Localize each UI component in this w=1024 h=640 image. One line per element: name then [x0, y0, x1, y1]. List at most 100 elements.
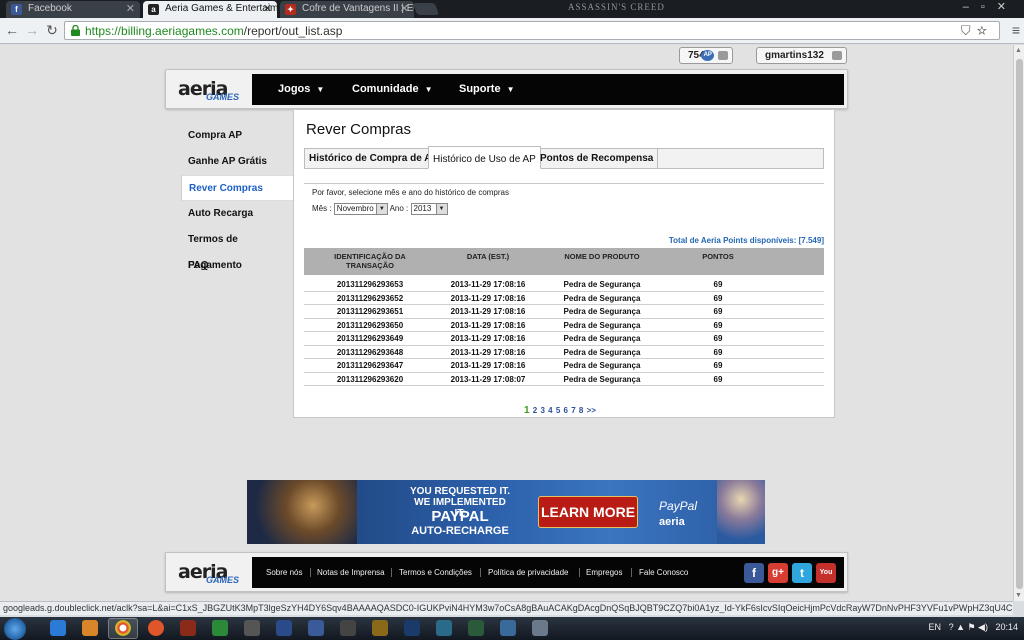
- table-row: 201311296293649 2013-11-29 17:08:16 Pedra …: [304, 332, 824, 346]
- forward-arrow-icon[interactable]: →: [24, 22, 40, 38]
- clock[interactable]: 20:14: [995, 622, 1018, 632]
- app-icon[interactable]: [500, 620, 516, 636]
- nav-suporte[interactable]: Suporte ▼: [459, 83, 514, 95]
- browser-menu-icon[interactable]: ≡: [1012, 22, 1020, 38]
- sidebar-item-rever-compras[interactable]: Rever Compras: [181, 175, 294, 201]
- table-cell: 201311296293648: [336, 347, 404, 357]
- table-cell: 69: [713, 320, 723, 330]
- page-scrollbar[interactable]: ▲ ▼: [1013, 45, 1024, 601]
- new-tab-button[interactable]: [412, 3, 440, 15]
- app-icon[interactable]: [212, 620, 228, 636]
- column-header: DATA (EST.): [466, 252, 510, 261]
- address-bar[interactable]: https://billing.aeriagames.com/report/ou…: [64, 21, 1000, 40]
- page-link[interactable]: 5: [556, 406, 560, 415]
- table-cell: 69: [713, 334, 723, 343]
- table-cell: 201311296293620: [336, 374, 404, 384]
- lock-icon: [71, 25, 80, 36]
- bookmark-star-icon[interactable]: ⛉☆: [961, 23, 993, 39]
- footer-link-empregos[interactable]: Empregos: [586, 568, 622, 577]
- app-icon[interactable]: [532, 620, 548, 636]
- app-icon[interactable]: [372, 620, 388, 636]
- footer-link-termos[interactable]: Termos e Condições: [399, 568, 472, 577]
- app-icon[interactable]: [244, 620, 260, 636]
- twitter-icon[interactable]: t: [792, 563, 812, 583]
- scroll-down-icon[interactable]: ▼: [1015, 592, 1022, 599]
- media-player-icon[interactable]: [82, 620, 98, 636]
- table-cell: Pedra de Segurança: [563, 280, 641, 289]
- sidebar-item-termos[interactable]: Termos de Pagamento: [181, 227, 293, 271]
- app-icon[interactable]: [468, 620, 484, 636]
- month-select[interactable]: Novembro ▼: [333, 203, 388, 215]
- points-balance[interactable]: 7549 AP: [679, 47, 734, 64]
- column-header: IDENTIFICAÇÃO DA TRANSAÇÃO: [334, 252, 406, 270]
- reload-icon[interactable]: ↻: [44, 22, 60, 38]
- footer-link-imprensa[interactable]: Notas de Imprensa: [317, 568, 385, 577]
- sidebar-item-compra-ap[interactable]: Compra AP: [181, 123, 293, 149]
- facebook-icon[interactable]: f: [744, 563, 764, 583]
- app-icon[interactable]: [340, 620, 356, 636]
- sidebar-item-ganhe-ap[interactable]: Ganhe AP Grátis: [181, 149, 293, 175]
- aeria-games-logo[interactable]: aeria GAMES: [178, 561, 248, 587]
- scroll-up-icon[interactable]: ▲: [1015, 47, 1022, 54]
- table-cell: 69: [713, 293, 723, 303]
- page-link[interactable]: 8: [579, 406, 583, 415]
- user-account-button[interactable]: gmartins132: [756, 47, 847, 64]
- back-arrow-icon[interactable]: ←: [4, 22, 20, 38]
- dropdown-arrow-icon: ▼: [375, 204, 387, 214]
- table-cell: 201311296293650: [336, 320, 404, 330]
- page-link[interactable]: 6: [564, 406, 568, 415]
- close-icon[interactable]: ✕: [263, 1, 272, 17]
- app-icon[interactable]: [436, 620, 452, 636]
- browser-tab-facebook[interactable]: f Facebook ✕: [6, 1, 140, 18]
- table-row: 201311296293648 2013-11-29 17:08:16 Pedra …: [304, 346, 824, 359]
- app-icon[interactable]: [276, 620, 292, 636]
- page-link[interactable]: 7: [571, 406, 575, 415]
- windows-taskbar: EN ? ▲ ⚑ ◀) 20:14: [0, 617, 1024, 640]
- browser-tab-cofre[interactable]: ✦ Cofre de Vantagens II | Ed ✕: [280, 1, 414, 18]
- page-link[interactable]: 4: [548, 406, 552, 415]
- site-header: aeria GAMES Jogos ▼ Comunidade ▼ Suporte ▼: [165, 69, 848, 109]
- browser-tab-label: Cofre de Vantagens II | Ed: [302, 3, 414, 14]
- table-row: 201311296293651 2013-11-29 17:08:16 Pedra …: [304, 305, 824, 319]
- ap-coin-icon: AP: [701, 50, 715, 61]
- paypal-ad-banner[interactable]: YOU REQUESTED IT. WE IMPLEMENTED IT: PAYP…: [247, 480, 765, 544]
- chrome-icon[interactable]: [115, 620, 131, 636]
- language-indicator[interactable]: EN: [929, 622, 942, 632]
- page-link[interactable]: 3: [540, 406, 544, 415]
- scroll-thumb[interactable]: [1016, 59, 1023, 589]
- paypal-logo: PayPal: [659, 499, 698, 513]
- table-cell: 2013-11-29 17:08:16: [450, 361, 526, 370]
- page-current[interactable]: 1: [524, 405, 530, 416]
- banner-auto-recharge: AUTO-RECHARGE: [411, 525, 509, 537]
- table-row: 201311296293652 2013-11-29 17:08:16 Pedra …: [304, 292, 824, 305]
- aeria-games-logo[interactable]: aeria GAMES: [178, 78, 248, 104]
- app-icon[interactable]: [308, 620, 324, 636]
- sidebar-item-auto-recarga[interactable]: Auto Recarga: [181, 201, 293, 227]
- youtube-icon[interactable]: You: [816, 563, 836, 583]
- tab-historico-compra[interactable]: Histórico de Compra de AP: [305, 149, 444, 168]
- browser-tab-aeria[interactable]: a Aeria Games & Entertaim ✕: [143, 1, 277, 18]
- app-icon[interactable]: [404, 620, 420, 636]
- close-icon[interactable]: ✕: [126, 1, 135, 17]
- total-points: Total de Aeria Points disponíveis: [7.54…: [668, 236, 824, 245]
- start-button-icon[interactable]: [4, 618, 26, 640]
- page-link[interactable]: 2: [533, 406, 537, 415]
- tab-historico-uso[interactable]: Histórico de Uso de AP: [428, 146, 541, 169]
- nav-comunidade[interactable]: Comunidade ▼: [352, 83, 433, 95]
- tab-pontos-recompensa[interactable]: Pontos de Recompensa: [536, 149, 659, 168]
- app-icon[interactable]: [180, 620, 196, 636]
- nav-jogos[interactable]: Jogos ▼: [278, 83, 324, 95]
- google-plus-icon[interactable]: g+: [768, 563, 788, 583]
- year-select[interactable]: 2013 ▼: [410, 203, 448, 215]
- learn-more-button[interactable]: LEARN MORE: [538, 496, 638, 528]
- footer-link-contato[interactable]: Fale Conosco: [639, 568, 688, 577]
- footer-link-sobre[interactable]: Sobre nós: [266, 568, 302, 577]
- page-next[interactable]: >>: [587, 406, 596, 415]
- close-icon[interactable]: ✕: [400, 1, 409, 17]
- ie-icon[interactable]: [50, 620, 66, 636]
- firefox-icon[interactable]: [148, 620, 164, 636]
- dropdown-arrow-icon: ▼: [435, 204, 447, 214]
- column-header: PONTOS: [702, 252, 734, 261]
- footer-link-privacidade[interactable]: Política de privacidade: [488, 568, 569, 577]
- window-controls[interactable]: –▫✕: [963, 0, 1018, 13]
